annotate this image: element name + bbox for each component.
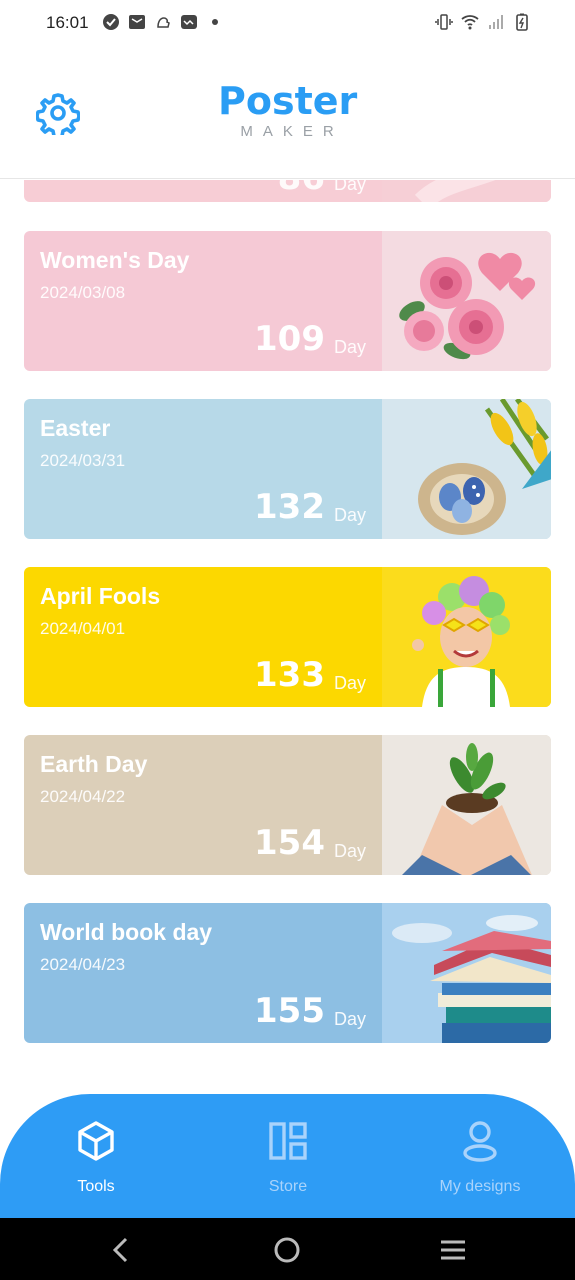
easter-eggs-nest-image bbox=[382, 399, 551, 539]
holiday-card[interactable]: 86 Day bbox=[24, 180, 551, 202]
holiday-card-world-book-day[interactable]: World book day 2024/04/23 155 Day bbox=[24, 903, 551, 1043]
holiday-card-april-fools[interactable]: April Fools 2024/04/01 133 Day bbox=[24, 567, 551, 707]
cube-icon bbox=[78, 1121, 114, 1161]
bottom-navigation: Tools Store My designs bbox=[0, 1094, 575, 1218]
status-time: 16:01 bbox=[46, 13, 89, 32]
card-days: 133 bbox=[254, 655, 325, 695]
wifi-icon bbox=[461, 15, 479, 30]
card-days: 109 bbox=[254, 319, 325, 359]
card-title: World book day bbox=[40, 919, 213, 945]
card-image bbox=[382, 180, 551, 202]
check-circle-icon bbox=[103, 14, 119, 30]
card-date: 2024/03/31 bbox=[40, 451, 126, 470]
card-title: Earth Day bbox=[40, 751, 148, 777]
status-bar: 16:01 bbox=[0, 0, 575, 48]
card-days: 86 bbox=[278, 180, 325, 198]
nav-label: My designs bbox=[439, 1178, 521, 1195]
card-unit: Day bbox=[334, 180, 367, 194]
card-days: 154 bbox=[254, 823, 325, 863]
holiday-list[interactable]: 86 Day Women's Day 2024/03/08 109 Day bbox=[0, 180, 575, 1095]
card-date: 2024/04/01 bbox=[40, 619, 126, 638]
hands-plant-image bbox=[382, 735, 551, 875]
gear-icon[interactable] bbox=[36, 91, 80, 135]
nav-store[interactable]: Store bbox=[218, 1120, 358, 1196]
clown-woman-image bbox=[382, 567, 551, 707]
card-title: Women's Day bbox=[40, 247, 190, 273]
notification-icon bbox=[157, 17, 170, 28]
vibrate-icon bbox=[435, 14, 453, 30]
card-unit: Day bbox=[334, 505, 367, 525]
holiday-card-easter[interactable]: Easter 2024/03/31 132 Day bbox=[24, 399, 551, 539]
nav-tools[interactable]: Tools bbox=[26, 1120, 166, 1196]
app-logo: Poster MAKER bbox=[218, 81, 358, 140]
app-header: Poster MAKER bbox=[0, 48, 575, 179]
card-unit: Day bbox=[334, 841, 367, 861]
back-icon[interactable] bbox=[106, 1235, 136, 1265]
nav-my-designs[interactable]: My designs bbox=[410, 1120, 550, 1196]
menu-icon[interactable] bbox=[438, 1235, 468, 1265]
book-stack-image bbox=[382, 903, 551, 1043]
card-title: Easter bbox=[40, 415, 111, 441]
user-icon bbox=[463, 1121, 497, 1162]
card-unit: Day bbox=[334, 1009, 367, 1029]
layout-icon bbox=[269, 1122, 307, 1160]
card-date: 2024/04/22 bbox=[40, 787, 126, 806]
card-days: 132 bbox=[254, 487, 325, 527]
card-unit: Day bbox=[334, 673, 367, 693]
nav-label: Store bbox=[268, 1178, 308, 1195]
battery-charging-icon bbox=[516, 13, 528, 31]
nav-label: Tools bbox=[77, 1178, 115, 1195]
card-title: April Fools bbox=[40, 583, 161, 609]
signal-icon bbox=[489, 15, 503, 29]
system-navigation-bar bbox=[0, 1218, 575, 1280]
card-date: 2024/03/08 bbox=[40, 283, 126, 302]
dot-icon bbox=[212, 19, 218, 25]
logo-main-text: Poster bbox=[218, 79, 358, 123]
card-days: 155 bbox=[254, 991, 325, 1031]
card-unit: Day bbox=[334, 337, 367, 357]
holiday-card-earth-day[interactable]: Earth Day 2024/04/22 154 Day bbox=[24, 735, 551, 875]
holiday-card-womens-day[interactable]: Women's Day 2024/03/08 109 Day bbox=[24, 231, 551, 371]
app-icon bbox=[181, 15, 197, 29]
logo-sub-text: MAKER bbox=[240, 123, 344, 140]
card-date: 2024/04/23 bbox=[40, 955, 126, 974]
home-icon[interactable] bbox=[272, 1235, 302, 1265]
mail-icon bbox=[129, 15, 145, 29]
pink-roses-image bbox=[382, 231, 551, 371]
